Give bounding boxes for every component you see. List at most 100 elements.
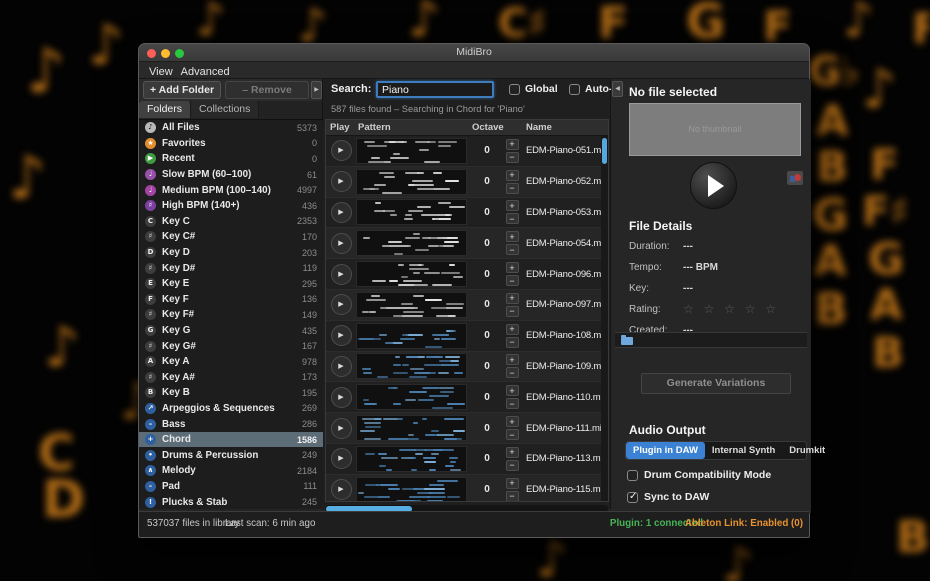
sidebar-category-item[interactable]: – Bass 286 — [139, 416, 323, 432]
tab-collections[interactable]: Collections — [191, 101, 259, 118]
sidebar-category-item[interactable]: ♯ Key A# 173 — [139, 370, 323, 386]
checkbox-drum-compatibility-mode[interactable]: Drum Compatibility Mode — [627, 469, 771, 481]
row-play-button[interactable]: ▶ — [331, 418, 352, 439]
row-play-button[interactable]: ▶ — [331, 202, 352, 223]
sidebar-category-item[interactable]: E Key E 295 — [139, 276, 323, 292]
tab-folders[interactable]: Folders — [139, 101, 191, 118]
row-play-button[interactable]: ▶ — [331, 233, 352, 254]
global-checkbox[interactable]: Global — [509, 83, 558, 95]
sidebar-category-item[interactable]: C Key C 2353 — [139, 214, 323, 230]
octave-up-button[interactable]: + — [506, 354, 519, 365]
octave-down-button[interactable]: − — [506, 398, 519, 409]
octave-down-button[interactable]: − — [506, 306, 519, 317]
octave-down-button[interactable]: − — [506, 337, 519, 348]
sidebar-category-item[interactable]: + Chord 1586 — [139, 432, 323, 448]
sidebar-category-item[interactable]: ▶ Recent 0 — [139, 151, 323, 167]
pattern-cell — [356, 261, 472, 287]
octave-up-button[interactable]: + — [506, 447, 519, 458]
octave-down-button[interactable]: − — [506, 275, 519, 286]
menu-item-advanced[interactable]: Advanced — [177, 66, 234, 78]
sidebar-category-item[interactable]: ♯ Key D# 119 — [139, 260, 323, 276]
generate-variations-button[interactable]: Generate Variations — [641, 373, 791, 394]
sidebar-category-item[interactable]: • Drums & Percussion 249 — [139, 447, 323, 463]
sidebar-category-item[interactable]: ♯ Key G# 167 — [139, 338, 323, 354]
collapse-sidebar-button[interactable]: ▶ — [311, 81, 322, 99]
octave-up-button[interactable]: + — [506, 293, 519, 304]
collapse-inspector-button[interactable]: ◀ — [612, 81, 623, 97]
category-list[interactable]: ♪ All Files 5373 ★ Favorites 0 ▶ Recent … — [139, 119, 323, 509]
file-row[interactable]: ▶ 0 + − EDM-Piano-097.mid — [326, 290, 601, 321]
sidebar-category-item[interactable]: ∧ Melody 2184 — [139, 463, 323, 479]
file-row[interactable]: ▶ 0 + − EDM-Piano-051.mid — [326, 136, 601, 167]
row-play-button[interactable]: ▶ — [331, 140, 352, 161]
sidebar-category-item[interactable]: ♯ Key F# 149 — [139, 307, 323, 323]
midi-activity-icon[interactable] — [787, 171, 803, 185]
category-count: 170 — [302, 232, 317, 242]
audio-tab-internal-synth[interactable]: Internal Synth — [705, 442, 782, 459]
file-row[interactable]: ▶ 0 + − EDM-Piano-052.mid — [326, 167, 601, 198]
sidebar-category-item[interactable]: D Key D 203 — [139, 245, 323, 261]
row-play-button[interactable]: ▶ — [331, 479, 352, 500]
sidebar-category-item[interactable]: ↗ Arpeggios & Sequences 269 — [139, 401, 323, 417]
rating-stars[interactable]: ☆ ☆ ☆ ☆ ☆ — [683, 302, 779, 316]
row-play-button[interactable]: ▶ — [331, 264, 352, 285]
octave-up-button[interactable]: + — [506, 478, 519, 489]
octave-up-button[interactable]: + — [506, 170, 519, 181]
category-count: 249 — [302, 450, 317, 460]
scrollbar-thumb[interactable] — [602, 138, 607, 164]
sidebar-category-item[interactable]: ♩ Slow BPM (60–100) 61 — [139, 167, 323, 183]
sidebar-category-item[interactable]: F Key F 136 — [139, 292, 323, 308]
octave-down-button[interactable]: − — [506, 491, 519, 501]
file-row[interactable]: ▶ 0 + − EDM-Piano-054.mid — [326, 228, 601, 259]
search-input[interactable] — [376, 81, 494, 98]
row-play-button[interactable]: ▶ — [331, 294, 352, 315]
file-row[interactable]: ▶ 0 + − EDM-Piano-053.mid — [326, 198, 601, 229]
octave-down-button[interactable]: − — [506, 429, 519, 440]
detail-row: Duration:--- — [629, 241, 801, 261]
menu-item-view[interactable]: View — [145, 66, 177, 78]
octave-up-button[interactable]: + — [506, 262, 519, 273]
file-row[interactable]: ▶ 0 + − EDM-Piano-108.mid — [326, 321, 601, 352]
octave-down-button[interactable]: − — [506, 152, 519, 163]
sidebar-category-item[interactable]: B Key B 195 — [139, 385, 323, 401]
sidebar-category-item[interactable]: ♪ All Files 5373 — [139, 120, 323, 136]
audio-tab-plugin-in-daw[interactable]: Plugin in DAW — [626, 442, 705, 459]
octave-up-button[interactable]: + — [506, 416, 519, 427]
file-row[interactable]: ▶ 0 + − EDM-Piano-110.mid — [326, 382, 601, 413]
sidebar-category-item[interactable]: G Key G 435 — [139, 323, 323, 339]
add-folder-button[interactable]: + Add Folder — [143, 81, 221, 99]
row-play-button[interactable]: ▶ — [331, 171, 352, 192]
file-row[interactable]: ▶ 0 + − EDM-Piano-111.mid — [326, 413, 601, 444]
vertical-scrollbar[interactable] — [601, 136, 608, 501]
file-row[interactable]: ▶ 0 + − EDM-Piano-115.mid — [326, 475, 601, 501]
row-play-button[interactable]: ▶ — [331, 325, 352, 346]
octave-value: 0 — [472, 392, 502, 403]
preview-play-button[interactable] — [690, 162, 737, 209]
octave-down-button[interactable]: − — [506, 213, 519, 224]
sidebar-category-item[interactable]: ♯ Key C# 170 — [139, 229, 323, 245]
sidebar-category-item[interactable]: ★ Favorites 0 — [139, 136, 323, 152]
file-row[interactable]: ▶ 0 + − EDM-Piano-096.mid — [326, 259, 601, 290]
checkbox-sync-to-daw[interactable]: Sync to DAW — [627, 491, 709, 503]
sidebar-category-item[interactable]: ! Plucks & Stab 245 — [139, 494, 323, 509]
octave-up-button[interactable]: + — [506, 324, 519, 335]
octave-down-button[interactable]: − — [506, 183, 519, 194]
sidebar-category-item[interactable]: ♯ High BPM (140+) 436 — [139, 198, 323, 214]
remove-folder-button[interactable]: – Remove Folder — [225, 81, 309, 99]
octave-down-button[interactable]: − — [506, 367, 519, 378]
sidebar-category-item[interactable]: – Pad 111 — [139, 479, 323, 495]
octave-up-button[interactable]: + — [506, 231, 519, 242]
octave-down-button[interactable]: − — [506, 460, 519, 471]
file-row[interactable]: ▶ 0 + − EDM-Piano-113.mid — [326, 444, 601, 475]
row-play-button[interactable]: ▶ — [331, 448, 352, 469]
audio-tab-drumkit[interactable]: Drumkit — [782, 442, 832, 459]
row-play-button[interactable]: ▶ — [331, 387, 352, 408]
row-play-button[interactable]: ▶ — [331, 356, 352, 377]
sidebar-category-item[interactable]: ♩ Medium BPM (100–140) 4997 — [139, 182, 323, 198]
octave-up-button[interactable]: + — [506, 385, 519, 396]
sidebar-category-item[interactable]: A Key A 978 — [139, 354, 323, 370]
octave-up-button[interactable]: + — [506, 139, 519, 150]
octave-up-button[interactable]: + — [506, 200, 519, 211]
octave-down-button[interactable]: − — [506, 244, 519, 255]
file-row[interactable]: ▶ 0 + − EDM-Piano-109.mid — [326, 352, 601, 383]
